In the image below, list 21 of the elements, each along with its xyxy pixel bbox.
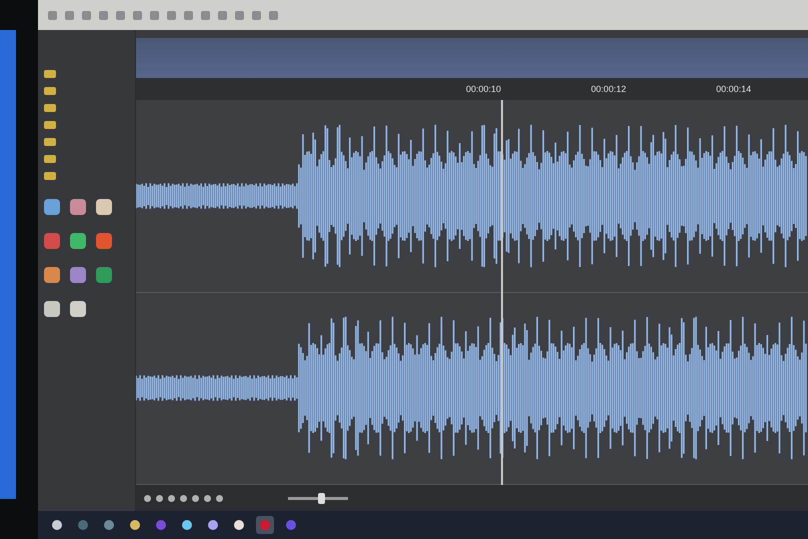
timecode-label: 00:00:10	[466, 84, 502, 94]
app-icon[interactable]	[96, 267, 112, 283]
app-icon[interactable]	[44, 301, 60, 317]
app-icon[interactable]	[44, 267, 60, 283]
app-icon[interactable]	[70, 233, 86, 249]
app-icon[interactable]	[70, 267, 86, 283]
folder-icon[interactable]	[44, 87, 56, 95]
folder-icon[interactable]	[44, 138, 56, 146]
app-icon[interactable]	[44, 199, 60, 215]
folder-icon[interactable]	[44, 155, 56, 163]
folder-icon[interactable]	[44, 70, 56, 78]
folder-icon[interactable]	[44, 121, 56, 129]
timecode-label: 00:00:14	[716, 84, 752, 94]
folder-icon[interactable]	[44, 172, 56, 180]
app-icon[interactable]	[70, 199, 86, 215]
timecode-label: 00:00:12	[591, 84, 626, 94]
slider-thumb[interactable]	[318, 492, 325, 504]
folder-icon[interactable]	[44, 104, 56, 112]
app-icon[interactable]	[96, 233, 112, 249]
app-icon[interactable]	[70, 301, 86, 317]
app-icon[interactable]	[96, 199, 112, 215]
